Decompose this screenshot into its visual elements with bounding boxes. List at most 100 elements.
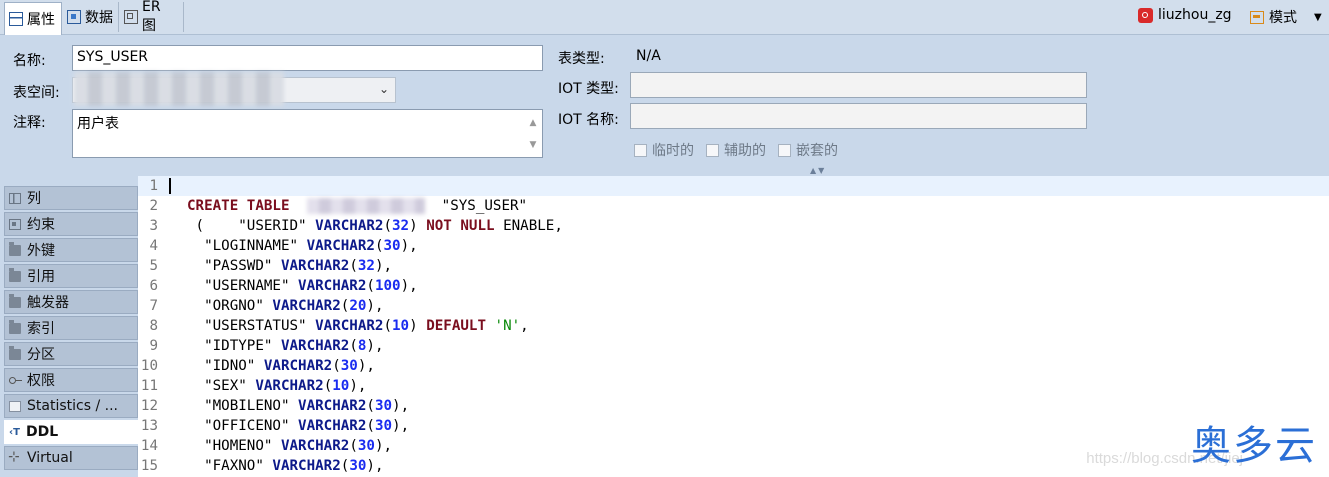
brand-logo: 奥多云: [1191, 423, 1317, 469]
nested-checkbox[interactable]: 嵌套的: [778, 140, 838, 160]
line-number: 5: [149, 258, 158, 274]
comment-textarea[interactable]: 用户表 ▲ ▼: [72, 109, 543, 158]
nav-label: 触发器: [27, 295, 69, 311]
code-token: ),: [392, 418, 410, 434]
code-token: VARCHAR2: [315, 218, 384, 234]
nav-item-triggers[interactable]: 触发器: [4, 290, 138, 314]
code-token: VARCHAR2: [280, 258, 350, 274]
line-number: 15: [140, 458, 158, 474]
code-text: ( "USERID" VARCHAR2(32) NOT NULL ENABLE,: [187, 216, 563, 236]
code-token: DEFAULT: [426, 318, 486, 334]
code-token: ,: [520, 318, 529, 334]
code-token: VARCHAR2: [315, 318, 384, 334]
nav-item-columns[interactable]: 列: [4, 186, 138, 210]
code-token: "IDTYPE": [187, 338, 281, 354]
nav-item-statistics[interactable]: Statistics / ...: [4, 394, 138, 418]
code-token: "SEX": [187, 378, 256, 394]
nav-item-foreign-keys[interactable]: 外键: [4, 238, 138, 262]
ddl-icon: ‹T: [9, 426, 20, 438]
code-token: (: [349, 338, 358, 354]
code-text: "PASSWD" VARCHAR2(32),: [187, 256, 392, 276]
code-token: ),: [374, 258, 393, 274]
code-token: 'N': [494, 318, 521, 334]
code-token: (: [349, 438, 358, 454]
checkbox-box[interactable]: [778, 143, 791, 157]
code-token: 100: [374, 278, 401, 294]
checkbox-box[interactable]: [706, 143, 719, 157]
code-token: ( "USERID": [187, 218, 316, 234]
folder-icon: [9, 241, 21, 256]
code-token: "IDNO": [187, 358, 264, 374]
constraints-icon: [9, 218, 21, 230]
data-grid-icon: [67, 10, 81, 24]
code-token: ),: [400, 238, 418, 254]
nav-item-constraints[interactable]: 约束: [4, 212, 138, 236]
nav-item-virtual[interactable]: Virtual: [4, 446, 138, 470]
line-number: 4: [149, 238, 158, 254]
schema-selector[interactable]: 模式 ▼: [1250, 7, 1322, 27]
tab-er-diagram[interactable]: ER 图: [120, 0, 184, 34]
line-number: 10: [140, 358, 158, 374]
code-token: 30: [374, 398, 393, 414]
code-token: ),: [366, 338, 384, 354]
code-token: (: [366, 278, 375, 294]
code-token: "MOBILENO": [187, 398, 299, 414]
folder-icon: [9, 267, 21, 282]
code-text: CREATE TABLE "SYS_USER": [187, 196, 527, 216]
code-token: VARCHAR2: [280, 438, 350, 454]
nav-label: 索引: [27, 321, 55, 337]
checkbox-label: 辅助的: [724, 143, 766, 159]
temporary-checkbox[interactable]: 临时的: [634, 140, 694, 160]
code-token: 20: [349, 298, 367, 314]
nav-item-references[interactable]: 引用: [4, 264, 138, 288]
textarea-scrollbar[interactable]: ▲ ▼: [528, 112, 538, 156]
iot-name-label: IOT 名称:: [558, 112, 619, 128]
code-token: (: [366, 418, 375, 434]
tablespace-label: 表空间:: [13, 85, 60, 101]
table-name-field[interactable]: SYS_USER: [72, 45, 543, 71]
code-token: ENABLE,: [494, 218, 563, 234]
nav-label: 约束: [27, 217, 55, 233]
chevron-down-icon: ▼: [1314, 11, 1322, 23]
iot-type-field[interactable]: [630, 72, 1087, 98]
code-token: ),: [357, 358, 375, 374]
properties-icon: [9, 12, 23, 26]
splitter-toggle-icon[interactable]: ▲▼: [810, 166, 826, 175]
iot-name-field[interactable]: [630, 103, 1087, 129]
nav-item-ddl[interactable]: ‹T DDL: [4, 420, 138, 444]
code-text: "USERNAME" VARCHAR2(100),: [187, 276, 418, 296]
code-line[interactable]: 1: [138, 176, 1329, 196]
code-token: ),: [400, 278, 418, 294]
checkbox-box[interactable]: [634, 143, 647, 157]
code-token: 30: [374, 418, 393, 434]
secondary-checkbox[interactable]: 辅助的: [706, 140, 766, 160]
line-number: 13: [140, 418, 158, 434]
code-token: ),: [392, 398, 410, 414]
code-token: (: [366, 398, 375, 414]
ddl-code-editor[interactable]: 1 2 CREATE TABLE "SYS_USER" 3 ( "USERID" VA…: [138, 176, 1329, 477]
nav-item-partitions[interactable]: 分区: [4, 342, 138, 366]
tab-properties[interactable]: 属性: [4, 2, 62, 35]
nav-item-grants[interactable]: 权限: [4, 368, 138, 392]
text-caret: [169, 178, 171, 194]
code-token: ),: [366, 458, 384, 474]
code-token: (: [323, 378, 333, 394]
nav-label: 权限: [27, 373, 55, 389]
key-icon: [9, 375, 22, 386]
nav-label: 引用: [27, 269, 55, 285]
chevron-down-icon: ⌄: [378, 82, 389, 96]
code-token: VARCHAR2: [298, 418, 367, 434]
tab-data[interactable]: 数据: [63, 2, 119, 32]
table-name-value: SYS_USER: [77, 49, 149, 65]
connection-selector[interactable]: liuzhou_zg: [1138, 7, 1232, 23]
folder-icon: [9, 345, 21, 360]
code-token: "USERNAME": [187, 278, 299, 294]
line-number: 14: [140, 438, 158, 454]
code-token: (: [332, 358, 341, 374]
nav-item-indexes[interactable]: 索引: [4, 316, 138, 340]
comment-label: 注释:: [13, 115, 46, 131]
tab-label: 数据: [85, 10, 113, 26]
code-text: "LOGINNAME" VARCHAR2(30),: [187, 236, 418, 256]
table-type-value: N/A: [636, 48, 661, 64]
